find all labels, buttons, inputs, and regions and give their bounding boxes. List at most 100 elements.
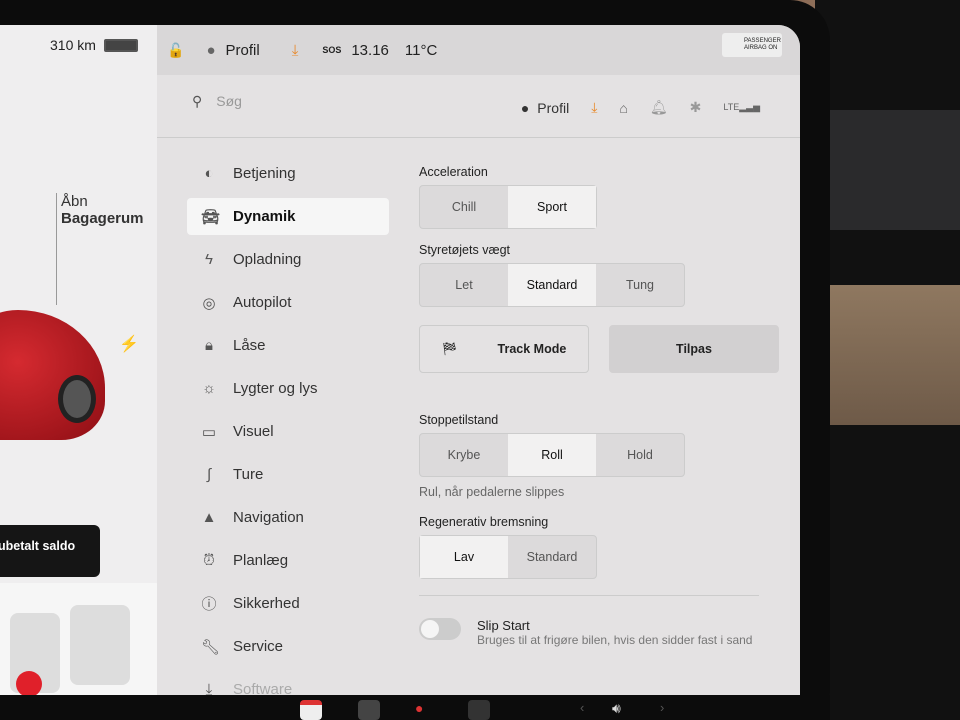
stopping-mode-label: Stoppetilstand bbox=[419, 413, 499, 427]
temperature: 11°C bbox=[404, 41, 438, 59]
download-icon: ⤓ bbox=[205, 681, 213, 695]
touchscreen: 310 km Åbn Bagagerum ⚡ ubetalt saldo 🔓 ●… bbox=[0, 25, 800, 695]
header-divider bbox=[157, 137, 800, 138]
toybox-icon[interactable] bbox=[468, 700, 490, 720]
car-image bbox=[0, 310, 105, 440]
nav-item-opladning[interactable]: ϟ Opladning bbox=[187, 241, 389, 278]
settings-nav: ◐ Betjening 🚘︎ Dynamik ϟ Opladning ◎ Autopil… bbox=[187, 155, 389, 695]
airbag-line2: AIRBAG ON bbox=[744, 44, 778, 51]
nav-item-visuel[interactable]: ▭ Visuel bbox=[187, 413, 389, 450]
toggle-icon: ◐ bbox=[204, 165, 214, 182]
download-icon[interactable]: ⤓ bbox=[292, 42, 299, 59]
dashboard-panel bbox=[820, 110, 960, 230]
section-divider bbox=[419, 595, 759, 596]
nav-label: Service bbox=[233, 638, 284, 655]
header-profile-button[interactable]: Profil bbox=[537, 100, 569, 116]
steering-label: Styretøjets vægt bbox=[419, 243, 510, 257]
stopping-hold[interactable]: Hold bbox=[596, 434, 684, 476]
acceleration-sport[interactable]: Sport bbox=[508, 186, 596, 228]
nav-item-service[interactable]: 🔧︎ Service bbox=[187, 628, 389, 665]
bell-icon[interactable]: 🔔︎ bbox=[650, 99, 668, 116]
nav-item-sikkerhed[interactable]: ⓘ Sikkerhed bbox=[187, 585, 389, 622]
header-icons: ● Profil ⤓ ⌂ 🔔︎ ✱ LTE▂▃▅ bbox=[521, 99, 760, 116]
nav-item-navigation[interactable]: ▲ Navigation bbox=[187, 499, 389, 536]
steering-wheel-icon: ◎ bbox=[202, 294, 216, 312]
car-icon: 🚘︎ bbox=[201, 208, 221, 226]
chevron-left-icon[interactable]: ‹ bbox=[580, 700, 602, 720]
navigation-icon: ▲ bbox=[201, 509, 217, 526]
nav-label: Betjening bbox=[233, 165, 296, 182]
info-icon: ⓘ bbox=[201, 596, 217, 613]
lte-signal-icon: LTE▂▃▅ bbox=[723, 102, 760, 112]
open-trunk-button[interactable]: Åbn Bagagerum bbox=[56, 193, 144, 305]
dynamics-settings: Acceleration Chill Sport Styretøjets væg… bbox=[419, 165, 779, 647]
lock-icon: 🔒︎ bbox=[205, 337, 213, 354]
battery-icon bbox=[103, 38, 138, 52]
stopping-krybe[interactable]: Krybe bbox=[420, 434, 508, 476]
nav-label: Sikkerhed bbox=[233, 595, 300, 612]
slip-start-label: Slip Start bbox=[477, 618, 530, 633]
nav-label: Ture bbox=[233, 466, 264, 483]
regen-braking-label: Regenerativ bremsning bbox=[419, 515, 549, 529]
customize-button[interactable]: Tilpas bbox=[609, 325, 779, 373]
regen-lav[interactable]: Lav bbox=[420, 536, 508, 578]
slip-start-description: Bruges til at frigøre bilen, hvis den si… bbox=[477, 633, 753, 647]
track-mode-label: Track Mode bbox=[497, 342, 567, 356]
sos-icon[interactable]: SOS bbox=[322, 45, 341, 55]
steering-let[interactable]: Let bbox=[420, 264, 508, 306]
nav-label: Autopilot bbox=[233, 294, 292, 311]
unlock-icon[interactable]: 🔓 bbox=[167, 42, 184, 59]
seat-status-card bbox=[0, 583, 163, 695]
garage-icon[interactable]: ⌂ bbox=[619, 100, 627, 116]
slip-start-toggle[interactable] bbox=[419, 618, 461, 640]
stopping-mode-selector: Krybe Roll Hold bbox=[419, 433, 685, 477]
track-mode-button[interactable]: 🏁︎ Track Mode bbox=[419, 325, 589, 373]
calendar-icon[interactable] bbox=[300, 700, 322, 720]
customize-label: Tilpas bbox=[676, 342, 712, 356]
steering-tung[interactable]: Tung bbox=[596, 264, 684, 306]
chevron-right-icon[interactable]: › bbox=[660, 700, 682, 720]
trunk-label-line1: Åbn bbox=[61, 193, 88, 210]
nav-label: Navigation bbox=[233, 509, 304, 526]
nav-item-ture[interactable]: ∫ Ture bbox=[187, 456, 389, 493]
seatbelt-warning-icon bbox=[16, 671, 42, 695]
nav-item-lygter[interactable]: ☼ Lygter og lys bbox=[187, 370, 389, 407]
charge-port-icon[interactable]: ⚡ bbox=[119, 334, 139, 354]
acceleration-chill[interactable]: Chill bbox=[420, 186, 508, 228]
taskbar: ● ‹ 🔊︎ › bbox=[0, 695, 830, 720]
nav-label: Låse bbox=[233, 337, 266, 354]
stopping-roll[interactable]: Roll bbox=[508, 434, 596, 476]
wheel bbox=[58, 375, 96, 423]
nav-item-dynamik[interactable]: 🚘︎ Dynamik bbox=[187, 198, 389, 235]
nav-item-betjening[interactable]: ◐ Betjening bbox=[187, 155, 389, 192]
profile-icon: ● bbox=[520, 99, 530, 116]
status-bar: 🔓 ● Profil ⤓ SOS 13.16 11°C PASSENGER AI… bbox=[157, 25, 800, 75]
search-input[interactable]: ⚲ Søg bbox=[192, 93, 242, 110]
apps-icon[interactable] bbox=[358, 700, 380, 720]
nav-label: Planlæg bbox=[233, 552, 289, 569]
volume-icon[interactable]: 🔊︎ bbox=[612, 700, 634, 720]
stopping-mode-description: Rul, når pedalerne slippes bbox=[419, 485, 565, 499]
nav-item-software[interactable]: ⤓ Software bbox=[187, 671, 389, 695]
light-icon: ☼ bbox=[202, 380, 216, 397]
search-placeholder: Søg bbox=[216, 93, 242, 109]
steering-standard[interactable]: Standard bbox=[508, 264, 596, 306]
range-indicator: 310 km bbox=[50, 37, 138, 53]
nav-label: Opladning bbox=[233, 251, 302, 268]
regen-standard[interactable]: Standard bbox=[508, 536, 596, 578]
unpaid-balance-button[interactable]: ubetalt saldo bbox=[0, 525, 100, 577]
bluetooth-icon[interactable]: ✱ bbox=[690, 99, 702, 116]
nav-item-autopilot[interactable]: ◎ Autopilot bbox=[187, 284, 389, 321]
nav-item-planlaeg[interactable]: ⏰︎ Planlæg bbox=[187, 542, 389, 579]
profile-button[interactable]: Profil bbox=[226, 42, 260, 59]
nav-label: Software bbox=[233, 681, 293, 695]
bolt-icon: ϟ bbox=[205, 251, 213, 268]
joystick-icon[interactable]: ● bbox=[415, 700, 437, 720]
nav-item-laase[interactable]: 🔒︎ Låse bbox=[187, 327, 389, 364]
airbag-line1: PASSENGER bbox=[744, 38, 781, 44]
passenger-airbag-status: PASSENGER AIRBAG ON bbox=[722, 33, 782, 57]
checkered-flag-icon: 🏁︎ bbox=[441, 341, 458, 356]
wrench-icon: 🔧︎ bbox=[201, 638, 221, 656]
download-icon[interactable]: ⤓ bbox=[591, 99, 597, 116]
car-view-panel: 310 km Åbn Bagagerum ⚡ ubetalt saldo bbox=[0, 25, 163, 695]
